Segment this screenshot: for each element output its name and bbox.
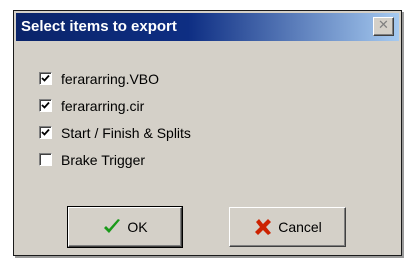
- ok-label: OK: [127, 219, 148, 235]
- export-dialog: Select items to export ✕ ferararring.VBO…: [13, 10, 402, 256]
- export-item-label: ferararring.cir: [61, 97, 145, 114]
- x-cross-icon: [255, 219, 272, 235]
- title-bar[interactable]: Select items to export ✕: [16, 13, 399, 41]
- checkbox-brake-trigger[interactable]: [39, 153, 52, 166]
- ok-button[interactable]: OK: [67, 206, 183, 248]
- export-item-label: ferararring.VBO: [61, 70, 160, 87]
- checkmark-icon: [41, 101, 50, 109]
- export-item-brake-trigger[interactable]: Brake Trigger: [39, 146, 191, 173]
- export-item-vbo[interactable]: ferararring.VBO: [39, 65, 191, 92]
- export-items-list: ferararring.VBO ferararring.cir Start / …: [39, 65, 191, 173]
- checkmark-icon: [104, 219, 121, 233]
- cancel-button[interactable]: Cancel: [229, 207, 346, 247]
- cancel-label: Cancel: [278, 219, 322, 235]
- export-item-start-finish-splits[interactable]: Start / Finish & Splits: [39, 119, 191, 146]
- checkbox-cir[interactable]: [39, 99, 52, 112]
- close-icon: ✕: [378, 18, 389, 33]
- checkbox-start-finish-splits[interactable]: [39, 126, 52, 139]
- checkmark-icon: [41, 128, 50, 136]
- export-item-label: Start / Finish & Splits: [61, 124, 191, 141]
- checkbox-vbo[interactable]: [39, 72, 52, 85]
- export-item-cir[interactable]: ferararring.cir: [39, 92, 191, 119]
- export-item-label: Brake Trigger: [61, 151, 146, 168]
- dialog-title: Select items to export: [21, 18, 177, 35]
- checkmark-icon: [41, 74, 50, 82]
- close-button[interactable]: ✕: [373, 17, 394, 36]
